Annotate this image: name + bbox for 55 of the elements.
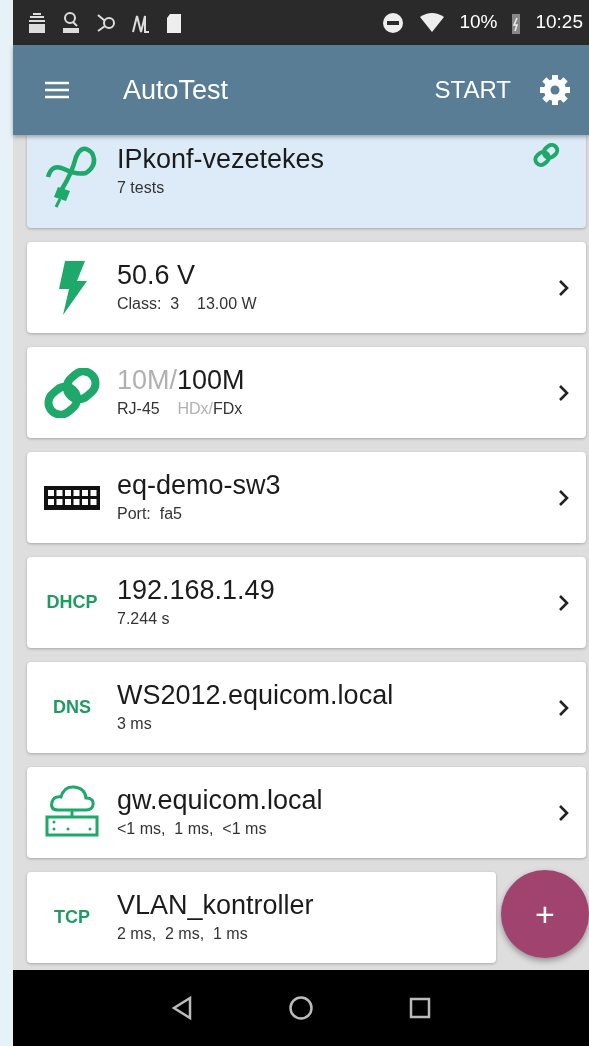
result-card[interactable]: gw.equicom.local <1 ms, 1 ms, <1 ms	[27, 767, 586, 858]
result-card[interactable]: eq-demo-sw3 Port: fa5	[27, 452, 586, 543]
search-icon	[61, 10, 81, 35]
result-title: eq-demo-sw3	[117, 469, 281, 502]
result-title: 50.6 V	[117, 259, 197, 292]
chevron-right-icon	[558, 803, 570, 822]
settings-button[interactable]	[539, 74, 571, 106]
result-card[interactable]: 50.6 V Class: 3 13.00 W	[27, 242, 586, 333]
profile-card[interactable]: IPkonf-vezetekes 7 tests	[27, 135, 586, 228]
result-card[interactable]: TCP VLAN_kontroller 2 ms, 2 ms, 1 ms	[27, 872, 496, 963]
result-detail: RJ-45 HDx/FDx	[117, 399, 244, 419]
signal-status-icon	[27, 10, 47, 35]
result-detail: 3 ms	[117, 714, 153, 734]
add-button[interactable]: +	[501, 870, 589, 958]
sd-card-icon	[165, 11, 183, 34]
chevron-right-icon	[558, 698, 570, 717]
home-icon	[288, 995, 314, 1021]
network-status-icon	[95, 11, 117, 34]
protocol-label: TCP	[54, 906, 90, 929]
result-detail: Port: fa5	[117, 504, 183, 524]
menu-icon	[43, 79, 71, 101]
back-button[interactable]	[170, 995, 193, 1021]
result-card[interactable]: DHCP 192.168.1.49 7.244 s	[27, 557, 586, 648]
chevron-right-icon	[558, 278, 570, 297]
chevron-right-icon	[558, 488, 570, 507]
result-detail: <1 ms, 1 ms, <1 ms	[117, 819, 268, 839]
result-detail: 2 ms, 2 ms, 1 ms	[117, 924, 249, 944]
chevron-right-icon	[558, 593, 570, 612]
app-title: AutoTest	[123, 73, 229, 107]
profile-title: IPkonf-vezetekes	[117, 143, 325, 176]
result-card[interactable]: 10M/100M RJ-45 HDx/FDx	[27, 347, 586, 438]
recents-icon	[409, 997, 432, 1019]
menu-button[interactable]	[43, 79, 71, 101]
result-detail: Class: 3 13.00 W	[117, 294, 257, 314]
protocol-label: DNS	[53, 696, 91, 719]
clock-text: 10:25	[535, 10, 583, 35]
link-icon	[42, 367, 102, 418]
back-icon	[170, 995, 193, 1021]
result-detail: 7.244 s	[117, 609, 171, 629]
recents-button[interactable]	[409, 997, 432, 1019]
start-button[interactable]: START	[434, 72, 511, 108]
wifi-icon	[419, 11, 446, 34]
result-title: gw.equicom.local	[117, 784, 323, 817]
settings-icon	[539, 74, 571, 106]
result-card[interactable]: DNS WS2012.equicom.local 3 ms	[27, 662, 586, 753]
chevron-right-icon	[558, 383, 570, 402]
protocol-label: DHCP	[46, 591, 98, 614]
do-not-disturb-icon	[381, 10, 406, 35]
result-title: 192.168.1.49	[117, 574, 275, 607]
result-title: VLAN_kontroller	[117, 889, 314, 922]
battery-text: 10%	[459, 10, 498, 35]
home-button[interactable]	[288, 995, 314, 1021]
profile-subtitle: 7 tests	[117, 178, 166, 198]
result-title: WS2012.equicom.local	[117, 679, 394, 712]
result-title: 10M/100M	[117, 364, 245, 397]
